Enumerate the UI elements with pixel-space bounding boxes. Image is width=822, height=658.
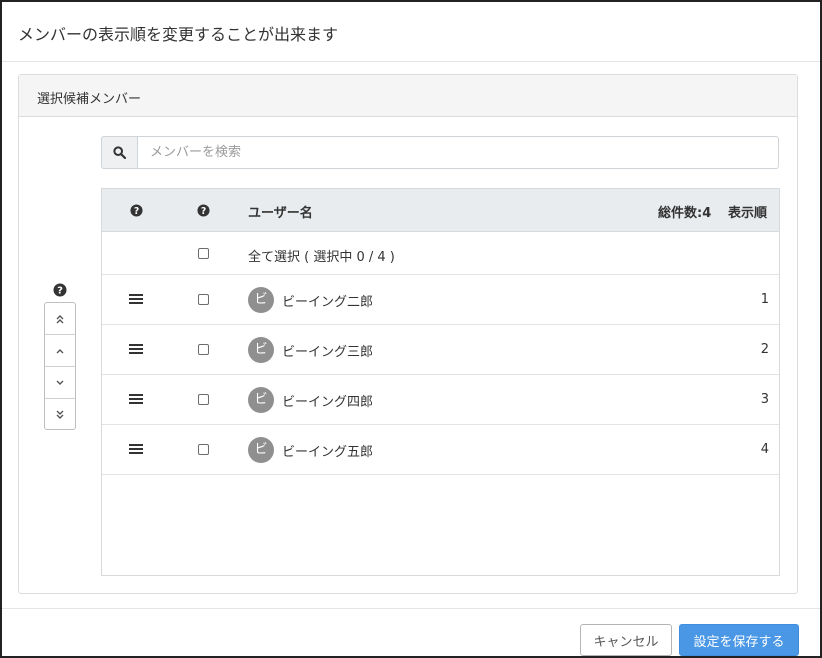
table-header: ? ? ユーザー名 総件数:4 表示順: [102, 189, 779, 232]
move-down-button[interactable]: [45, 367, 75, 399]
move-up-button[interactable]: [45, 335, 75, 367]
svg-text:?: ?: [57, 286, 63, 297]
member-order-dialog: メンバーの表示順を変更することが出来ます 選択候補メンバー ?: [0, 0, 822, 658]
drag-handle-icon[interactable]: [129, 293, 143, 305]
move-down-icon: [56, 380, 64, 385]
table-row[interactable]: ビ ビーイング二郎 1: [102, 275, 779, 325]
member-table: ? ? ユーザー名 総件数:4 表示順 全て選択 ( 選択中 0 / 4 ) ビ…: [101, 188, 780, 576]
table-row[interactable]: ビ ビーイング三郎 2: [102, 325, 779, 375]
select-all-label: 全て選択 ( 選択中 0 / 4 ): [248, 250, 395, 265]
table-row[interactable]: ビ ビーイング四郎 3: [102, 375, 779, 425]
avatar: ビ: [248, 337, 274, 363]
order-number: 2: [760, 342, 769, 357]
order-number: 3: [760, 392, 769, 407]
table-row[interactable]: ビ ビーイング五郎 4: [102, 425, 779, 475]
move-to-bottom-button[interactable]: [45, 399, 75, 431]
panel-heading-title: 選択候補メンバー: [37, 92, 142, 107]
order-number: 1: [760, 292, 769, 307]
column-username: ユーザー名: [248, 206, 313, 221]
dialog-footer: キャンセル 設定を保存する: [2, 608, 820, 656]
row-checkbox[interactable]: [198, 394, 209, 405]
cancel-button[interactable]: キャンセル: [580, 624, 672, 656]
username: ビーイング二郎: [282, 295, 374, 310]
dialog-title: メンバーの表示順を変更することが出来ます: [18, 25, 339, 44]
panel-heading: 選択候補メンバー: [19, 75, 797, 117]
member-search-input[interactable]: [137, 136, 779, 169]
username: ビーイング五郎: [282, 445, 374, 460]
avatar: ビ: [248, 437, 274, 463]
column-order: 表示順: [728, 206, 768, 221]
row-checkbox[interactable]: [198, 344, 209, 355]
avatar: ビ: [248, 387, 274, 413]
row-checkbox[interactable]: [198, 294, 209, 305]
question-circle-icon[interactable]: ?: [53, 283, 67, 297]
row-checkbox[interactable]: [198, 444, 209, 455]
save-settings-button[interactable]: 設定を保存する: [679, 624, 799, 656]
dialog-header: メンバーの表示順を変更することが出来ます: [2, 2, 820, 62]
question-circle-icon[interactable]: ?: [130, 204, 143, 217]
drag-handle-icon[interactable]: [129, 443, 143, 455]
username: ビーイング四郎: [282, 395, 374, 410]
order-number: 4: [760, 442, 769, 457]
move-up-icon: [56, 349, 64, 354]
select-all-checkbox[interactable]: [198, 248, 209, 259]
avatar: ビ: [248, 287, 274, 313]
drag-handle-icon[interactable]: [129, 393, 143, 405]
drag-handle-icon[interactable]: [129, 343, 143, 355]
username: ビーイング三郎: [282, 345, 374, 360]
search-icon: [113, 146, 126, 159]
select-all-row: 全て選択 ( 選択中 0 / 4 ): [102, 232, 779, 275]
svg-text:?: ?: [201, 206, 206, 217]
search-addon: [101, 136, 137, 169]
order-button-group: [44, 302, 76, 430]
total-count: 総件数:4: [658, 206, 712, 221]
question-circle-icon[interactable]: ?: [197, 204, 210, 217]
candidate-members-panel: 選択候補メンバー ?: [18, 74, 798, 594]
move-to-bottom-icon: [56, 410, 64, 419]
move-to-top-icon: [56, 315, 64, 324]
svg-text:?: ?: [134, 206, 139, 217]
move-to-top-button[interactable]: [45, 303, 75, 335]
